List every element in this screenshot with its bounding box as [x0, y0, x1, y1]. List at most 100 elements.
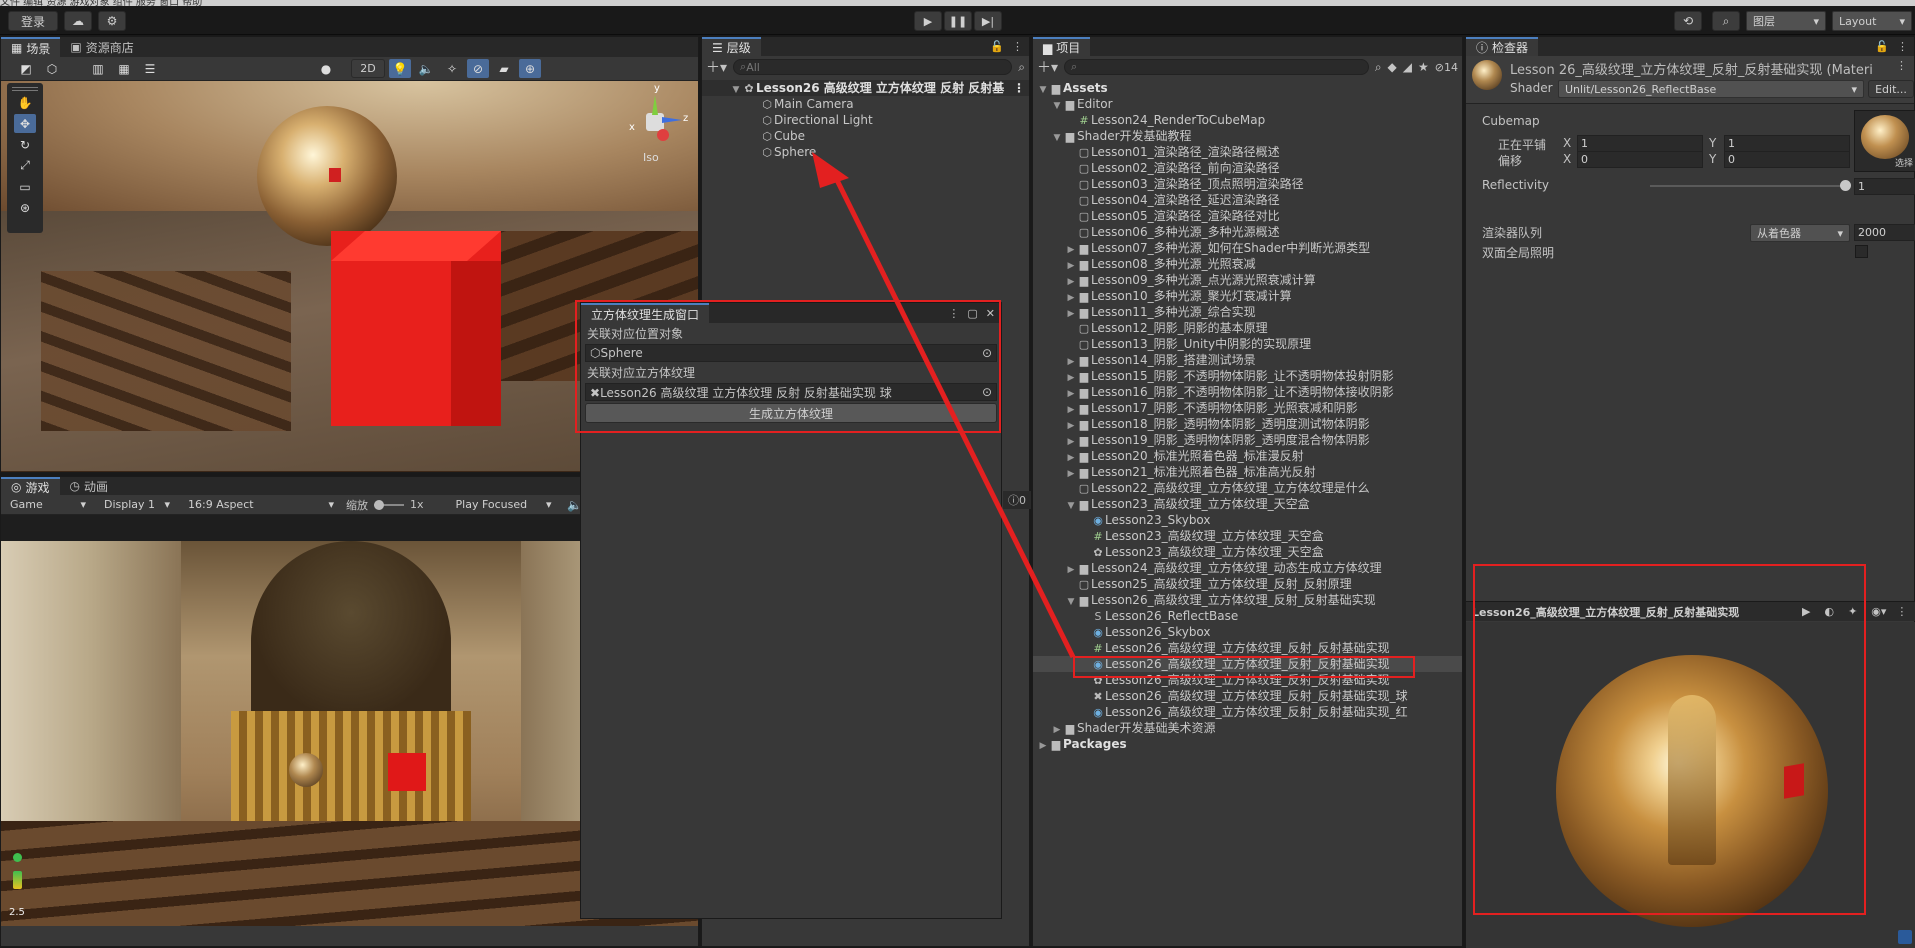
- project-tree-item[interactable]: ▼ ▆ Lesson26_高级纹理_立方体纹理_反射_反射基础实现: [1033, 592, 1462, 608]
- preview-more-icon[interactable]: ⋮: [1896, 605, 1907, 618]
- game-sphere[interactable]: [289, 753, 323, 787]
- tab-game[interactable]: ◎ 游戏: [1, 477, 60, 495]
- preview-viewport[interactable]: [1466, 622, 1915, 948]
- project-tree-item[interactable]: ◉ Lesson23_Skybox: [1033, 512, 1462, 528]
- project-tree-item[interactable]: ▶ ▆ Lesson09_多种光源_点光源光照衰减计算: [1033, 272, 1462, 288]
- gizmo-x-cone[interactable]: [657, 129, 669, 141]
- cubemap-slot[interactable]: 选择: [1854, 110, 1915, 172]
- more-icon[interactable]: ⋮: [948, 307, 959, 320]
- preview-mesh-icon[interactable]: ◐: [1824, 605, 1834, 618]
- hierarchy-item-sphere[interactable]: ⬡ Sphere: [702, 144, 1029, 160]
- label-icon[interactable]: ◢: [1403, 60, 1412, 74]
- render-queue-field[interactable]: [1854, 224, 1915, 241]
- project-tree-item[interactable]: ▶ ▆ Lesson07_多种光源_如何在Shader中判断光源类型: [1033, 240, 1462, 256]
- edit-shader-button[interactable]: Edit...: [1868, 80, 1914, 98]
- game-mode-dropdown[interactable]: Game ▾: [4, 496, 92, 514]
- project-tree-item[interactable]: ▢ Lesson01_渲染路径_渲染路径概述: [1033, 144, 1462, 160]
- project-tree-item[interactable]: ▶ ▆ Lesson11_多种光源_综合实现: [1033, 304, 1462, 320]
- tiling-y-field[interactable]: [1724, 135, 1850, 152]
- tab-animation[interactable]: ◷ 动画: [60, 477, 119, 495]
- gizmo-y-cone[interactable]: [652, 95, 658, 115]
- hierarchy-search-input[interactable]: ⌕ All: [733, 59, 1013, 75]
- project-tree-item[interactable]: ▼ ▆ Lesson23_高级纹理_立方体纹理_天空盒: [1033, 496, 1462, 512]
- iso-label[interactable]: Iso: [643, 151, 659, 164]
- gizmo-z-cone[interactable]: [662, 117, 682, 123]
- project-tree-item[interactable]: ▶ ▆ Lesson14_阴影_搭建测试场景: [1033, 352, 1462, 368]
- project-tree-item[interactable]: ▶ ▆ Lesson10_多种光源_聚光灯衰减计算: [1033, 288, 1462, 304]
- more-icon[interactable]: ⋮: [1012, 40, 1023, 53]
- fold-closed-icon[interactable]: ▶: [1037, 738, 1049, 754]
- camera-icon[interactable]: ▰: [493, 59, 515, 78]
- add-icon[interactable]: ＋▾: [706, 57, 727, 77]
- hidden-packages-icon[interactable]: ⊘14: [1435, 61, 1458, 74]
- project-tree-item[interactable]: ✿ Lesson23_高级纹理_立方体纹理_天空盒: [1033, 544, 1462, 560]
- search-filter-icon[interactable]: ⌕: [1018, 60, 1025, 75]
- position-object-field[interactable]: ⬡Sphere ⊙: [585, 344, 997, 362]
- project-tree-item[interactable]: S Lesson26_ReflectBase: [1033, 608, 1462, 624]
- step-button[interactable]: ▶|: [974, 11, 1002, 31]
- increment-icon[interactable]: ☰: [139, 59, 161, 78]
- rect-tool-icon[interactable]: ▭: [14, 177, 36, 196]
- project-tree-item[interactable]: ◉ Lesson26_高级纹理_立方体纹理_反射_反射基础实现: [1033, 656, 1462, 672]
- cubemap-target-field[interactable]: ✖Lesson26 高级纹理 立方体纹理 反射 反射基础实现 球 ⊙: [585, 383, 997, 401]
- history-icon[interactable]: ⟲: [1674, 11, 1702, 31]
- preview-resize-icon[interactable]: [1898, 930, 1912, 944]
- project-tree-item[interactable]: ◉ Lesson26_高级纹理_立方体纹理_反射_反射基础实现_红: [1033, 704, 1462, 720]
- effects-icon[interactable]: ✧: [441, 59, 463, 78]
- create-icon[interactable]: ＋▾: [1037, 57, 1058, 77]
- move-tool-icon[interactable]: ✥: [14, 114, 36, 133]
- more-icon[interactable]: ⋮: [1897, 40, 1908, 53]
- filter-icon[interactable]: ◆: [1388, 60, 1397, 74]
- offset-x-field[interactable]: [1577, 151, 1703, 168]
- red-cube[interactable]: [331, 231, 501, 426]
- offset-y-field[interactable]: [1724, 151, 1850, 168]
- project-tree-item[interactable]: ▶ ▆ Lesson20_标准光照着色器_标准漫反射: [1033, 448, 1462, 464]
- project-tree-item[interactable]: ▶ ▆ Lesson21_标准光照着色器_标准高光反射: [1033, 464, 1462, 480]
- project-tree-item[interactable]: ▢ Lesson25_高级纹理_立方体纹理_反射_反射原理: [1033, 576, 1462, 592]
- tab-inspector[interactable]: ⓘ 检查器: [1466, 37, 1539, 56]
- collab-icon[interactable]: ⚙: [98, 11, 126, 31]
- render-queue-dropdown[interactable]: 从着色器 ▾: [1750, 224, 1850, 242]
- scene-menu-icon[interactable]: ⋮: [1013, 80, 1025, 96]
- scale-tool-icon[interactable]: ⤢: [14, 156, 36, 175]
- grid-snap-icon[interactable]: ▦: [113, 59, 135, 78]
- hierarchy-item-cube[interactable]: ⬡ Cube: [702, 128, 1029, 144]
- tiling-x-field[interactable]: [1577, 135, 1703, 152]
- project-tree-item[interactable]: ▼ ▆ Shader开发基础教程: [1033, 128, 1462, 144]
- shader-dropdown[interactable]: Unlit/Lesson26_ReflectBase ▾: [1558, 80, 1864, 98]
- snap-icon[interactable]: ▥: [87, 59, 109, 78]
- reflectivity-slider[interactable]: [1650, 180, 1851, 191]
- maximize-icon[interactable]: ▢: [967, 307, 977, 320]
- rotate-tool-icon[interactable]: ↻: [14, 135, 36, 154]
- project-tree-item[interactable]: ✿ Lesson26_高级纹理_立方体纹理_反射_反射基础实现: [1033, 672, 1462, 688]
- project-tree-item[interactable]: ▢ Lesson02_渲染路径_前向渲染路径: [1033, 160, 1462, 176]
- shading-icon[interactable]: ●: [315, 59, 337, 78]
- project-tree-item[interactable]: ▢ Lesson04_渲染路径_延迟渲染路径: [1033, 192, 1462, 208]
- double-sided-gi-checkbox[interactable]: [1855, 245, 1868, 258]
- transform-tool-icon[interactable]: ⊛: [14, 198, 36, 217]
- layout-dropdown[interactable]: Layout ▾: [1832, 11, 1912, 31]
- audio-icon[interactable]: 🔈: [415, 59, 437, 78]
- project-tree-item[interactable]: # Lesson26_高级纹理_立方体纹理_反射_反射基础实现: [1033, 640, 1462, 656]
- menu-strip[interactable]: 文件 编辑 资源 游戏对象 组件 服务 窗口 帮助: [0, 0, 1915, 6]
- project-tree-item[interactable]: ▶ ▆ Lesson18_阴影_透明物体阴影_透明度测试物体阴影: [1033, 416, 1462, 432]
- project-tree-item[interactable]: ▢ Lesson12_阴影_阴影的基本原理: [1033, 320, 1462, 336]
- preview-play-icon[interactable]: ▶: [1802, 605, 1810, 618]
- search-icon[interactable]: ⌕: [1712, 11, 1740, 31]
- tab-scene[interactable]: ▦ 场景: [1, 37, 61, 57]
- lock-icon[interactable]: 🔓: [990, 40, 1004, 53]
- lighting-icon[interactable]: 💡: [389, 59, 411, 78]
- generate-cubemap-button[interactable]: 生成立方体纹理: [585, 403, 997, 423]
- preview-sphere-icon[interactable]: ◉▾: [1871, 605, 1886, 618]
- project-tree-item[interactable]: ▼ ▆ Editor: [1033, 96, 1462, 112]
- project-tree-item[interactable]: ▶ ▆ Shader开发基础美术资源: [1033, 720, 1462, 736]
- project-tree-item[interactable]: ▢ Lesson03_渲染路径_顶点照明渲染路径: [1033, 176, 1462, 192]
- project-tree-item[interactable]: ▶ ▆ Lesson08_多种光源_光照衰减: [1033, 256, 1462, 272]
- gizmos-icon[interactable]: ⊕: [519, 59, 541, 78]
- project-tree-item[interactable]: ✖ Lesson26_高级纹理_立方体纹理_反射_反射基础实现_球: [1033, 688, 1462, 704]
- tab-asset-store[interactable]: ▣ 资源商店: [60, 37, 143, 57]
- draw-mode-icon[interactable]: ◩: [15, 59, 37, 78]
- object-picker-icon[interactable]: ⊙: [982, 385, 992, 399]
- settings-icon[interactable]: ⋮: [1896, 59, 1907, 72]
- select-button[interactable]: 选择: [1895, 156, 1913, 169]
